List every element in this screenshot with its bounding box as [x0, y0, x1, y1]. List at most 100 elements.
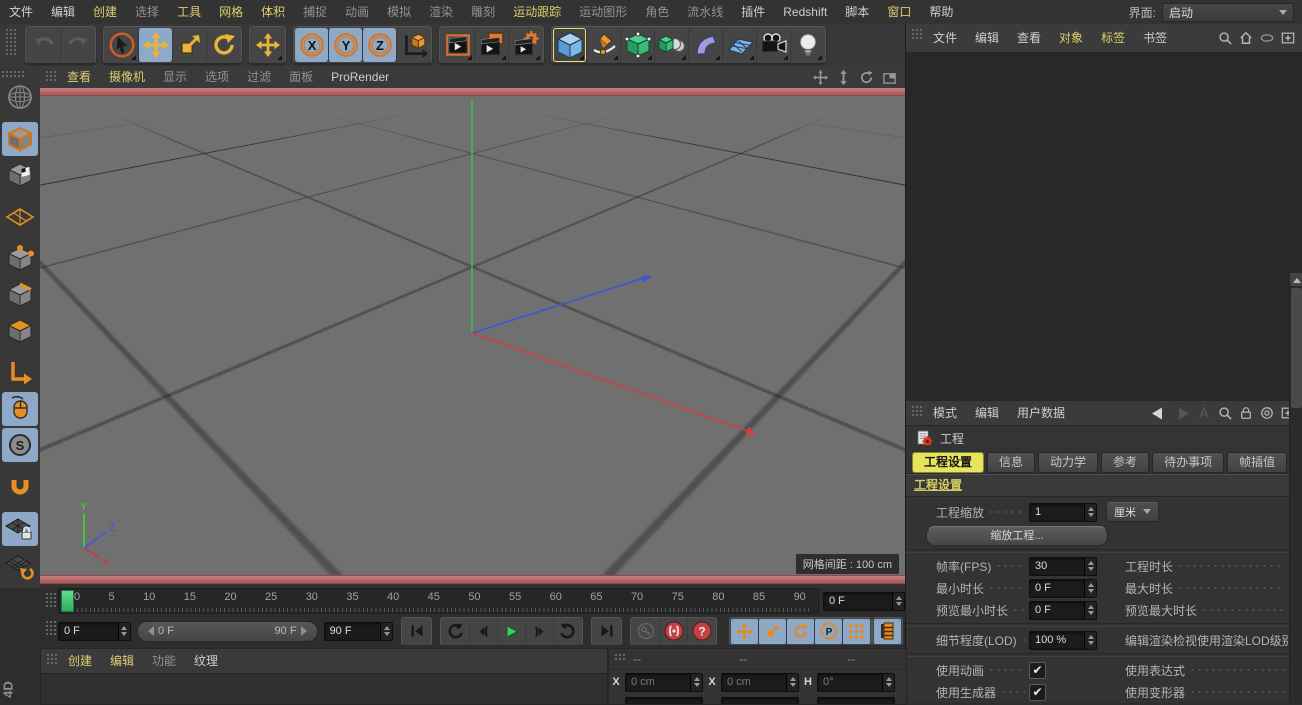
- enable-snap-button[interactable]: [2, 470, 38, 504]
- tab-to-do[interactable]: 待办事项: [1152, 452, 1224, 473]
- points-mode-button[interactable]: [2, 242, 38, 276]
- project-scale-unit-select[interactable]: 厘米: [1106, 502, 1159, 522]
- preview-min-field[interactable]: 0 F: [1029, 601, 1097, 620]
- timeline-ruler[interactable]: 051015202530354045505560657075808590: [58, 588, 819, 614]
- zoom-view-icon[interactable]: [836, 70, 851, 85]
- om-menu-tags[interactable]: 标签: [1092, 27, 1134, 49]
- play-button[interactable]: [497, 619, 525, 644]
- timeline-grip[interactable]: [44, 591, 56, 607]
- om-menu-edit[interactable]: 编辑: [966, 27, 1008, 49]
- render-settings-button[interactable]: [508, 28, 542, 62]
- palette-grip[interactable]: [0, 69, 26, 77]
- menu-extensions[interactable]: 插件: [732, 1, 774, 23]
- use-generators-checkbox[interactable]: ✔: [1029, 684, 1046, 701]
- vp-menu-panel[interactable]: 面板: [280, 66, 322, 88]
- tab-referencing[interactable]: 参考: [1101, 452, 1149, 473]
- enable-axis-button[interactable]: [2, 356, 38, 390]
- menu-tools[interactable]: 工具: [168, 1, 210, 23]
- coord-header-size[interactable]: --: [715, 652, 823, 666]
- use-animation-checkbox[interactable]: ✔: [1029, 662, 1046, 679]
- model-mode-button[interactable]: [2, 122, 38, 156]
- history-back-icon[interactable]: [1151, 407, 1167, 420]
- eye-icon[interactable]: [1260, 31, 1274, 45]
- menu-volume[interactable]: 体积: [252, 1, 294, 23]
- edges-mode-button[interactable]: [2, 278, 38, 312]
- menu-motion-tracker[interactable]: 运动跟踪: [504, 1, 570, 23]
- am-menu-mode[interactable]: 模式: [924, 402, 966, 424]
- menu-sculpt[interactable]: 雕刻: [462, 1, 504, 23]
- current-frame-field[interactable]: 0 F: [823, 592, 905, 611]
- key-scale-button[interactable]: [758, 619, 786, 644]
- menu-character[interactable]: 角色: [636, 1, 678, 23]
- transport-grip[interactable]: [44, 619, 56, 635]
- vp-menu-filter[interactable]: 过滤: [238, 66, 280, 88]
- mat-menu-create[interactable]: 创建: [59, 650, 101, 672]
- undo-button[interactable]: [27, 28, 60, 62]
- add-light-button[interactable]: [790, 28, 824, 62]
- workplane-snap-button[interactable]: [2, 548, 38, 582]
- add-subdivision-surface-button[interactable]: [620, 28, 654, 62]
- rotate-tool-button[interactable]: [206, 28, 240, 62]
- range-start-field[interactable]: 0 F: [58, 622, 131, 641]
- coordinate-grip[interactable]: [613, 652, 625, 662]
- mat-menu-function[interactable]: 功能: [143, 650, 185, 672]
- menu-snap[interactable]: 捕捉: [294, 1, 336, 23]
- mat-menu-texture[interactable]: 纹理: [185, 650, 227, 672]
- toolbar-grip[interactable]: [4, 27, 16, 57]
- previous-key-button[interactable]: [442, 619, 469, 644]
- add-panel-icon[interactable]: [1281, 31, 1295, 45]
- stepper[interactable]: [1084, 602, 1096, 619]
- menu-script[interactable]: 脚本: [836, 1, 878, 23]
- workplane-lock-button[interactable]: [2, 512, 38, 546]
- pan-view-icon[interactable]: [813, 70, 828, 85]
- texture-mode-button[interactable]: [2, 158, 38, 192]
- add-camera-button[interactable]: [756, 28, 790, 62]
- om-menu-view[interactable]: 查看: [1008, 27, 1050, 49]
- key-position-button[interactable]: [731, 619, 758, 644]
- menu-mesh[interactable]: 网格: [210, 1, 252, 23]
- next-frame-button[interactable]: [525, 619, 553, 644]
- om-menu-bookmarks[interactable]: 书签: [1134, 27, 1176, 49]
- stepper[interactable]: [1084, 504, 1096, 521]
- key-parameter-button[interactable]: P: [814, 619, 842, 644]
- coord-size-y-field[interactable]: [721, 697, 799, 705]
- range-left-arrow-icon[interactable]: [143, 626, 154, 636]
- tab-keyframe-interpolation[interactable]: 帧插值: [1227, 452, 1287, 473]
- preview-range-slider[interactable]: 0 F 90 F: [137, 621, 318, 642]
- coord-position-x-field[interactable]: 0 cm: [625, 673, 703, 692]
- scroll-up-arrow[interactable]: [1290, 273, 1302, 286]
- home-icon[interactable]: [1239, 31, 1253, 45]
- vp-menu-view[interactable]: 查看: [58, 66, 100, 88]
- stepper[interactable]: [892, 593, 904, 610]
- timeline-ramp-button[interactable]: [874, 619, 901, 644]
- coordinate-system-button[interactable]: [396, 28, 430, 62]
- render-to-picture-viewer-button[interactable]: [474, 28, 508, 62]
- tab-project-settings[interactable]: 工程设置: [912, 452, 984, 473]
- tweak-mode-button[interactable]: [2, 392, 38, 426]
- scale-tool-button[interactable]: [172, 28, 206, 62]
- menu-select[interactable]: 选择: [126, 1, 168, 23]
- am-menu-user-data[interactable]: 用户数据: [1008, 402, 1074, 424]
- scale-project-button[interactable]: 缩放工程...: [926, 526, 1108, 546]
- interface-select[interactable]: 启动: [1162, 3, 1294, 22]
- record-key-button[interactable]: [632, 619, 659, 644]
- range-end-field[interactable]: 90 F: [324, 622, 393, 641]
- object-manager-grip[interactable]: [910, 27, 922, 41]
- add-cube-button[interactable]: [553, 28, 586, 62]
- maximize-view-icon[interactable]: [882, 70, 897, 85]
- redo-button[interactable]: [60, 28, 94, 62]
- go-to-end-button[interactable]: [593, 619, 620, 644]
- menu-create[interactable]: 创建: [84, 1, 126, 23]
- menu-edit[interactable]: 编辑: [42, 1, 84, 23]
- am-menu-edit[interactable]: 编辑: [966, 402, 1008, 424]
- object-manager-list[interactable]: [906, 53, 1302, 401]
- material-grip[interactable]: [45, 652, 57, 664]
- menu-redshift[interactable]: Redshift: [774, 1, 836, 23]
- viewport-solo-button[interactable]: S: [2, 428, 38, 462]
- autokey-button[interactable]: [659, 619, 687, 644]
- next-key-button[interactable]: [553, 619, 581, 644]
- stepper[interactable]: [1084, 558, 1096, 575]
- rotate-view-icon[interactable]: [859, 70, 874, 85]
- viewport-grip[interactable]: [44, 69, 56, 83]
- attribute-manager-grip[interactable]: [910, 404, 922, 416]
